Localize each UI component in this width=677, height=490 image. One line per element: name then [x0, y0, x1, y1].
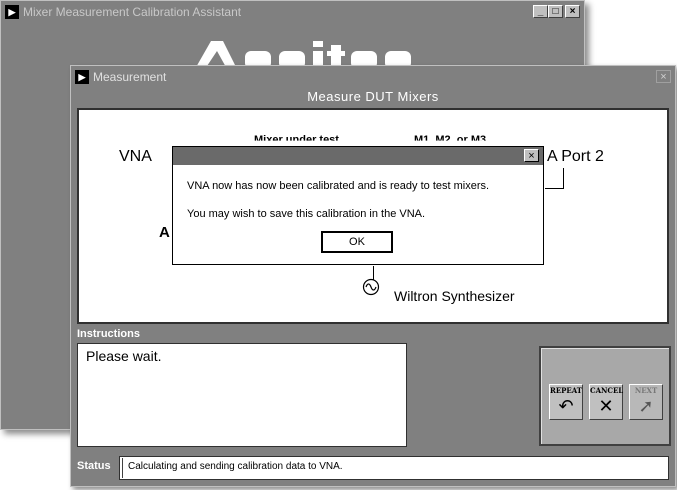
port2-label: A Port 2: [547, 148, 604, 165]
cancel-x-icon: ✕: [598, 396, 614, 416]
synthesizer-label: Wiltron Synthesizer: [394, 288, 515, 304]
port2-connector-line: [563, 168, 564, 188]
dialog-close-button[interactable]: ×: [524, 149, 539, 162]
mixer-under-test-label: Mixer under test: [254, 134, 339, 146]
measurement-window-title: Measurement: [93, 70, 167, 84]
action-button-panel: REPEAT ↶ CANCEL ✕ NEXT ➚: [539, 346, 671, 446]
measurement-titlebar[interactable]: ▶ Measurement ×: [73, 68, 673, 86]
app-icon: ▶: [5, 5, 19, 19]
repeat-button[interactable]: REPEAT ↶: [549, 384, 583, 420]
instructions-text: Please wait.: [86, 348, 162, 364]
dialog-message-calibrated: VNA now has now been calibrated and is r…: [187, 180, 490, 192]
main-titlebar[interactable]: ▶ Mixer Measurement Calibration Assistan…: [3, 3, 582, 21]
instructions-label: Instructions: [77, 328, 140, 340]
app-icon: ▶: [75, 70, 89, 84]
measure-heading: Measure DUT Mixers: [307, 89, 439, 104]
status-box: Calculating and sending calibration data…: [119, 456, 669, 480]
dialog-message-save: You may wish to save this calibration in…: [187, 208, 426, 220]
minimize-button[interactable]: _: [533, 5, 548, 18]
measurement-window: ▶ Measurement × Measure DUT Mixers VNA M…: [70, 65, 676, 487]
next-arrow-icon: ➚: [638, 396, 654, 416]
dialog-titlebar[interactable]: ×: [173, 147, 543, 165]
synthesizer-icon: [362, 278, 380, 296]
status-text: Calculating and sending calibration data…: [128, 461, 343, 472]
status-label: Status: [77, 460, 111, 472]
port2-connector-line: [545, 188, 564, 189]
maximize-button[interactable]: □: [548, 5, 563, 18]
ok-button[interactable]: OK: [321, 231, 393, 253]
close-button[interactable]: ×: [565, 5, 580, 18]
vna-label: VNA: [119, 148, 152, 165]
repeat-icon: ↶: [558, 396, 574, 416]
measurement-close-button[interactable]: ×: [656, 70, 671, 83]
cancel-button-label: CANCEL: [590, 386, 624, 395]
cancel-button[interactable]: CANCEL ✕: [589, 384, 623, 420]
main-window-title: Mixer Measurement Calibration Assistant: [23, 5, 242, 19]
brand-logo: [181, 29, 441, 69]
next-button-label: NEXT: [634, 386, 658, 395]
repeat-button-label: REPEAT: [550, 386, 583, 395]
instructions-box: Please wait.: [77, 343, 407, 447]
next-button[interactable]: NEXT ➚: [629, 384, 663, 420]
calibration-dialog: × VNA now has now been calibrated and is…: [172, 146, 544, 265]
a-label: A: [159, 224, 170, 241]
status-divider: [122, 458, 123, 478]
mixer-ids-label: M1, M2, or M3: [414, 134, 487, 146]
